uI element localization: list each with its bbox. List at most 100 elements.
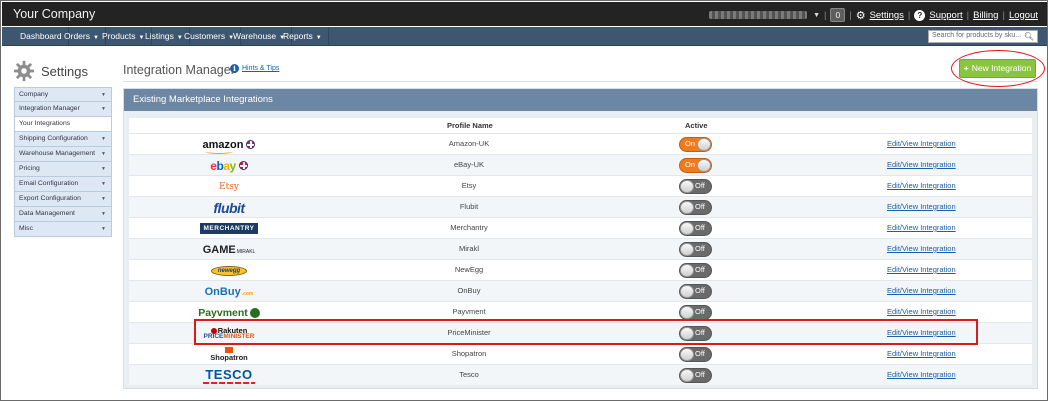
nav-label: Reports (283, 31, 313, 41)
sidebar-item-data-management[interactable]: Data Management ▼ (14, 207, 112, 222)
amazon-logo: amazon (179, 134, 279, 155)
chevron-down-icon[interactable]: ▼ (813, 12, 820, 19)
ebay-logo: ebay (179, 155, 279, 176)
toggle-label: On (685, 160, 696, 169)
nav-label: Orders (64, 31, 90, 41)
sidebar-item-label: Pricing (19, 165, 40, 172)
active-toggle[interactable]: On (679, 158, 712, 173)
table-row: Shopatron Shopatron Off Edit/View Integr… (129, 343, 1032, 364)
toggle-label: Off (695, 181, 705, 190)
profile-name: Etsy (461, 181, 477, 190)
newegg-logo: newegg (179, 260, 279, 281)
edit-integration-link[interactable]: Edit/View Integration (887, 244, 956, 253)
sidebar-item-label: Integration Manager (19, 105, 80, 112)
sidebar-item-shipping-configuration[interactable]: Shipping Configuration ▼ (14, 132, 112, 147)
separator: | (907, 9, 911, 21)
table-row: Etsy Etsy Off Edit/View Integration (129, 175, 1032, 196)
search-input[interactable]: Search for products by sku... (928, 30, 1038, 43)
toggle-label: Off (695, 223, 705, 232)
active-toggle[interactable]: Off (679, 221, 712, 236)
active-toggle[interactable]: Off (679, 200, 712, 215)
brand-name: Your Company (13, 7, 96, 21)
edit-integration-link[interactable]: Edit/View Integration (887, 223, 956, 232)
nav-label: Products (102, 31, 136, 41)
sidebar-item-integration-manager[interactable]: Integration Manager ▼ (14, 102, 112, 117)
column-header-active: Active (685, 121, 708, 130)
hints-label: Hints & Tips (242, 65, 280, 72)
toggle-label: Off (695, 265, 705, 274)
table-row: amazon Amazon-UK On Edit/View Integratio… (129, 133, 1032, 154)
top-bar: Your Company ▼ | 0 | ⚙ Settings | ? Supp… (2, 2, 1047, 26)
edit-integration-link[interactable]: Edit/View Integration (887, 370, 956, 379)
settings-link[interactable]: Settings (870, 10, 904, 21)
active-toggle[interactable]: On (679, 137, 712, 152)
chevron-down-icon: ▼ (101, 211, 106, 217)
edit-integration-link[interactable]: Edit/View Integration (887, 307, 956, 316)
table-row: newegg NewEgg Off Edit/View Integration (129, 259, 1032, 280)
profile-name: Flubit (459, 202, 479, 211)
toggle-label: Off (695, 307, 705, 316)
chevron-down-icon: ▼ (315, 35, 322, 41)
uk-flag-icon (238, 161, 248, 170)
onbuy-logo: OnBuy.com (204, 285, 254, 298)
edit-integration-link[interactable]: Edit/View Integration (887, 349, 956, 358)
sidebar-item-export-configuration[interactable]: Export Configuration ▼ (14, 192, 112, 207)
toggle-label: Off (695, 370, 705, 379)
profile-name: Merchantry (450, 223, 488, 232)
chevron-down-icon: ▼ (101, 196, 106, 202)
nav-label: Dashboard (20, 31, 62, 41)
sidebar-item-email-configuration[interactable]: Email Configuration ▼ (14, 177, 112, 192)
profile-name: eBay-UK (453, 160, 484, 169)
shopatron-logo: Shopatron (179, 344, 279, 365)
edit-integration-link[interactable]: Edit/View Integration (887, 139, 956, 148)
help-icon[interactable]: ? (914, 9, 926, 21)
chevron-down-icon: ▼ (101, 151, 106, 157)
user-account-menu[interactable] (709, 11, 808, 19)
sidebar-item-company[interactable]: Company ▼ (14, 87, 112, 102)
hints-tips-link[interactable]: i Hints & Tips (230, 64, 279, 73)
sidebar-item-warehouse-management[interactable]: Warehouse Management ▼ (14, 147, 112, 162)
profile-name: Payvment (452, 307, 486, 316)
edit-integration-link[interactable]: Edit/View Integration (887, 286, 956, 295)
table-row: GAMEMIRAKL Mirakl Off Edit/View Integrat… (129, 238, 1032, 259)
notification-badge[interactable]: 0 (830, 8, 846, 22)
panel-title: Existing Marketplace Integrations (124, 89, 1037, 111)
search-icon[interactable]: 🔍︎ (1024, 32, 1034, 41)
sidebar-item-your-integrations[interactable]: Your Integrations (14, 117, 112, 132)
active-toggle[interactable]: Off (679, 284, 712, 299)
annotation-highlight-box (194, 319, 978, 345)
game-mirakl-logo: GAMEMIRAKL (202, 243, 256, 256)
gear-icon[interactable]: ⚙ (856, 9, 866, 22)
active-toggle[interactable]: Off (679, 263, 712, 278)
table-row: TESCO Tesco Off Edit/View Integration (129, 364, 1032, 385)
profile-name: NewEgg (454, 265, 484, 274)
gear-icon (13, 60, 35, 82)
edit-integration-link[interactable]: Edit/View Integration (887, 160, 956, 169)
merchantry-logo: MERCHANTRY (179, 218, 279, 239)
nav-reports[interactable]: Reports ▼ (277, 27, 329, 46)
active-toggle[interactable]: Off (679, 347, 712, 362)
edit-integration-link[interactable]: Edit/View Integration (887, 202, 956, 211)
active-toggle[interactable]: Off (679, 242, 712, 257)
support-link[interactable]: Support (929, 10, 962, 21)
active-toggle[interactable]: Off (679, 305, 712, 320)
sidebar-item-pricing[interactable]: Pricing ▼ (14, 162, 112, 177)
toggle-label: On (685, 139, 696, 148)
billing-link[interactable]: Billing (973, 10, 998, 21)
profile-name: Tesco (459, 370, 479, 379)
separator: | (849, 9, 852, 21)
sidebar-item-misc[interactable]: Misc ▼ (14, 222, 112, 237)
logout-link[interactable]: Logout (1009, 10, 1038, 21)
uk-flag-icon (246, 140, 256, 149)
edit-integration-link[interactable]: Edit/View Integration (887, 265, 956, 274)
active-toggle[interactable]: Off (679, 368, 712, 383)
sidebar-item-label: Company (19, 91, 49, 98)
nav-label: Customers (184, 31, 226, 41)
settings-sidebar: Company ▼ Integration Manager ▼ Your Integ… (14, 87, 112, 237)
table-row: OnBuy.com OnBuy Off Edit/View Integratio… (129, 280, 1032, 301)
active-toggle[interactable]: Off (679, 179, 712, 194)
sidebar-item-label: Email Configuration (19, 180, 79, 187)
table-row: flubit Flubit Off Edit/View Integration (129, 196, 1032, 217)
edit-integration-link[interactable]: Edit/View Integration (887, 181, 956, 190)
profile-name: Shopatron (451, 349, 487, 358)
